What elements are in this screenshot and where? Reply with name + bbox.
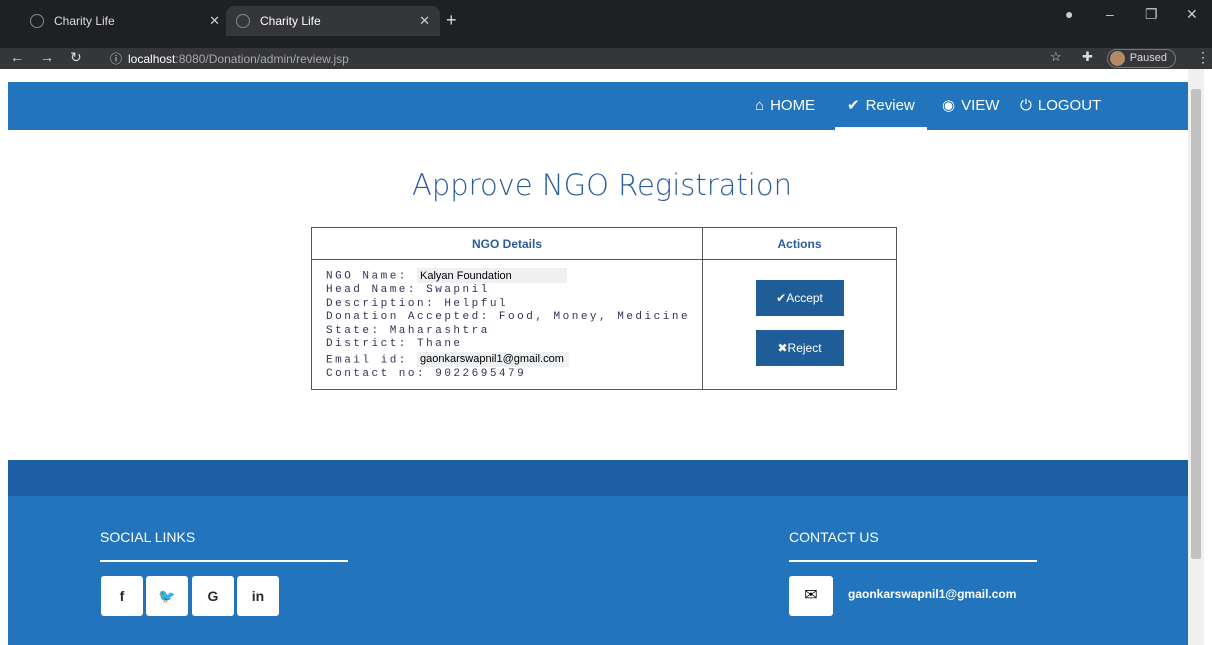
nav-home[interactable]: ⌂ HOME <box>755 82 815 130</box>
nav-view[interactable]: ◉ VIEW <box>942 82 999 130</box>
facebook-icon[interactable]: f <box>101 576 143 616</box>
actions-cell: ✔Accept ✖Reject <box>702 259 897 390</box>
nav-review[interactable]: ✔ Review <box>835 82 927 130</box>
browser-tab[interactable]: Charity Life ✕ <box>20 6 230 36</box>
eye-icon: ◉ <box>942 97 956 114</box>
window-close-icon[interactable]: ✕ <box>1186 6 1198 23</box>
column-header: Actions <box>702 227 897 260</box>
nav-label: LOGOUT <box>1037 97 1102 114</box>
nav-logout[interactable]: ⏻ LOGOUT <box>1020 82 1101 130</box>
nav-label: Review <box>865 97 915 114</box>
back-icon[interactable]: ← <box>10 49 24 65</box>
top-navbar: ⌂ HOME ✔ Review ◉ VIEW ⏻ LOGOUT <box>8 82 1196 130</box>
nav-label: VIEW <box>961 97 1000 114</box>
avatar <box>1109 51 1125 66</box>
divider <box>100 560 348 562</box>
twitter-icon[interactable]: 🐦 <box>146 576 188 616</box>
column-header: NGO Details <box>310 227 704 260</box>
ngo-details: NGO Name: Head Name: Swapnil Description… <box>310 259 704 390</box>
tab-title: Charity Life <box>54 14 115 28</box>
linkedin-icon[interactable]: in <box>237 576 279 616</box>
forward-icon[interactable]: → <box>40 49 54 65</box>
profile-button[interactable]: Paused <box>1106 49 1176 68</box>
mail-icon[interactable]: ✉ <box>789 576 833 616</box>
ngo-name-row: NGO Name: <box>326 268 690 284</box>
email-field[interactable] <box>417 351 570 367</box>
close-icon[interactable]: ✕ <box>419 13 430 29</box>
google-icon[interactable]: G <box>192 576 234 616</box>
info-icon: ⓘ <box>110 52 123 66</box>
ngo-name-field[interactable] <box>417 268 568 283</box>
contact-email[interactable]: gaonkarswapnil1@gmail.com <box>848 587 1016 601</box>
contact-heading: CONTACT US <box>789 529 879 545</box>
divider <box>789 560 1037 562</box>
home-icon: ⌂ <box>755 97 765 114</box>
tab-title: Charity Life <box>260 14 321 28</box>
scrollbar-thumb[interactable] <box>1191 89 1201 559</box>
page: ⌂ HOME ✔ Review ◉ VIEW ⏻ LOGOUT Approve … <box>8 69 1204 645</box>
scrollbar[interactable] <box>1188 69 1204 645</box>
description-row: Description: Helpful <box>326 297 509 310</box>
reject-button[interactable]: ✖Reject <box>755 330 844 366</box>
profile-menu-icon[interactable]: ● <box>1065 6 1073 22</box>
restore-icon[interactable]: ❐ <box>1145 6 1158 23</box>
url-host: localhost <box>128 51 176 66</box>
extensions-icon[interactable]: ✚ <box>1082 49 1093 65</box>
donation-row: Donation Accepted: Food, Money, Medicine <box>326 311 691 323</box>
head-name-row: Head Name: Swapnil <box>326 284 490 296</box>
field-label: NGO Name: <box>326 270 408 283</box>
star-icon[interactable]: ☆ <box>1050 49 1062 65</box>
new-tab-icon[interactable]: + <box>446 10 457 31</box>
district-row: District: Thane <box>326 338 463 350</box>
contact-row: Contact no: 9022695479 <box>326 367 527 380</box>
browser-tab-active[interactable]: Charity Life ✕ <box>226 6 440 36</box>
field-label: Email id: <box>326 354 408 366</box>
browser-tabstrip: Charity Life ✕ Charity Life ✕ + ● – ❐ ✕ <box>0 0 1212 48</box>
close-icon[interactable]: ✕ <box>209 13 220 29</box>
globe-icon <box>236 14 250 28</box>
address-bar[interactable]: ⓘ localhost :8080/Donation/admin/review.… <box>110 48 349 69</box>
accept-button[interactable]: ✔Accept <box>755 280 844 316</box>
menu-icon[interactable]: ⋮ <box>1196 49 1210 66</box>
minimize-icon[interactable]: – <box>1106 6 1114 22</box>
social-heading: SOCIAL LINKS <box>100 529 196 545</box>
power-icon: ⏻ <box>1020 97 1032 114</box>
browser-toolbar: ← → ↻ ⓘ localhost :8080/Donation/admin/r… <box>0 48 1212 69</box>
url-path: :8080/Donation/admin/review.jsp <box>175 51 349 66</box>
check-icon: ✔ <box>847 97 860 114</box>
state-row: State: Maharashtra <box>326 324 490 337</box>
email-row: Email id: <box>326 351 690 368</box>
review-table: NGO Details Actions NGO Name: Head Name:… <box>310 227 897 390</box>
reload-icon[interactable]: ↻ <box>70 49 82 66</box>
globe-icon <box>30 14 44 28</box>
nav-label: HOME <box>770 97 816 114</box>
footer-band <box>8 460 1196 496</box>
footer <box>8 496 1196 645</box>
page-title: Approve NGO Registration <box>412 168 792 202</box>
profile-label: Paused <box>1129 52 1167 64</box>
